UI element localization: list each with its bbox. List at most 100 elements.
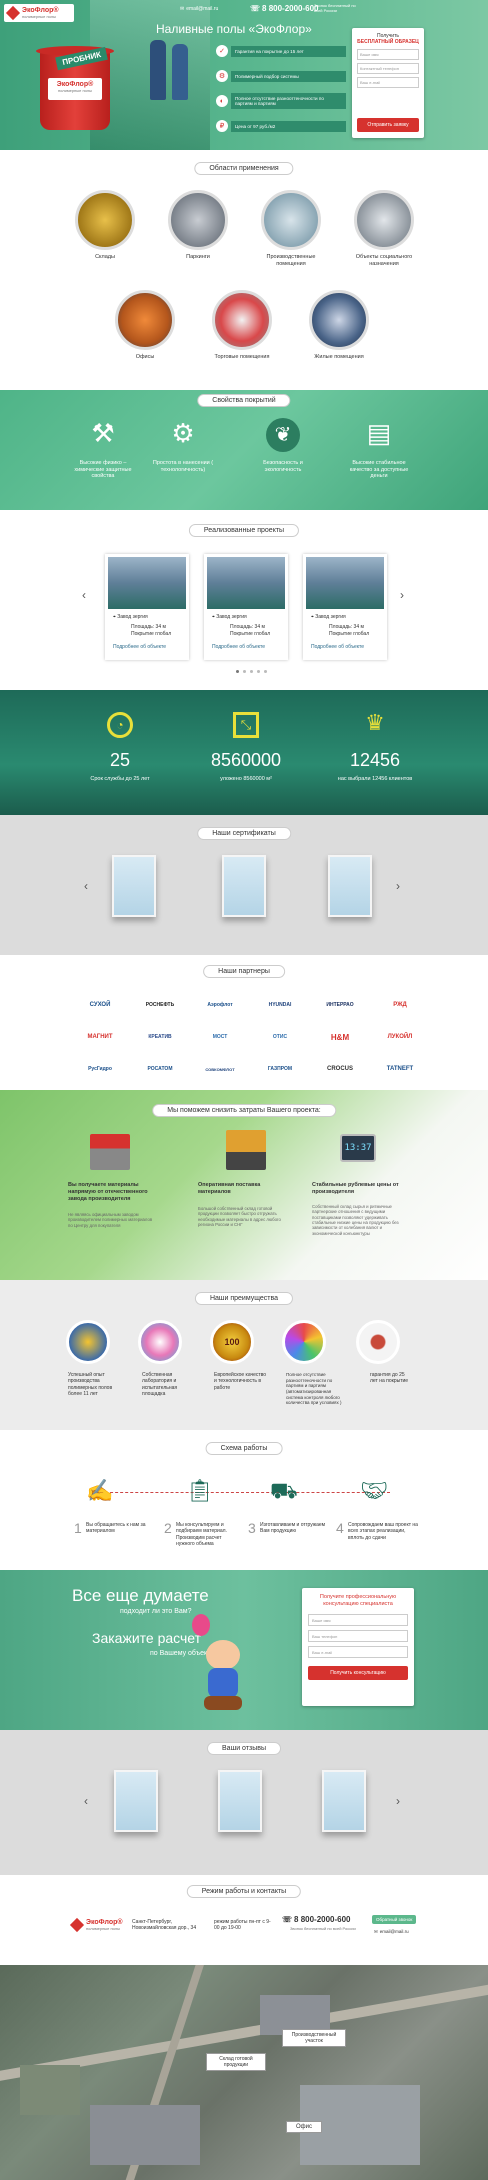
leaf-icon: ❦ [266,418,300,452]
phone-field[interactable]: Контактный телефон [357,63,419,74]
section-title: Свойства покрытий [197,394,291,407]
project-name: ⌖ Завод зергия [212,614,247,620]
color-swatch-icon [282,1320,326,1364]
envelope-icon: ✉ [180,6,185,12]
email-field[interactable]: Ваш e-mail [357,77,419,88]
area-image-residential[interactable] [309,290,369,350]
area-image-retail[interactable] [212,290,272,350]
carousel-prev-arrow[interactable]: ‹ [84,1794,88,1808]
partner-logo: МАГНИТ [87,1034,113,1040]
carousel-dot[interactable] [236,670,239,673]
project-card[interactable]: ⌖ Завод зергия Площадь: 34 м Покрытие гл… [204,554,288,660]
property-caption: Простота в нанесении ( технологичность) [152,460,214,473]
project-card[interactable]: ⌖ Завод зергия Площадь: 34 м Покрытие гл… [105,554,189,660]
partner-logo: МОСТ [212,1034,228,1040]
cartoon-character [186,1614,250,1714]
clipboard-icon: 📋︎ [186,1478,214,1503]
property-caption: Высокие физико – химические защитные сво… [74,460,132,480]
gear-icon: ⚙ [216,70,228,82]
partner-logo: ГАЗПРОМ [267,1066,293,1072]
projects-section: Реализованные проекты ‹ › ⌖ Завод зергия… [0,510,488,690]
submit-request-button[interactable]: Отправить заявку [357,118,419,132]
footer-email[interactable]: ✉ email@mail.ru [374,1929,409,1935]
footer-logo[interactable]: ЭкоФлор® полимерные полы [69,1917,123,1933]
gears-icon: ⚙ [171,418,195,448]
project-name: ⌖ Завод зергия [311,614,346,620]
carousel-dot[interactable] [243,670,246,673]
saving-body: Собственный склад сырья и ритмичные парт… [312,1204,399,1236]
carousel-dot[interactable] [250,670,253,673]
footer-phone[interactable]: ☏ 8 800-2000-600 [282,1915,351,1924]
area-image-offices[interactable] [115,290,175,350]
partner-logo: H&M [330,1032,350,1042]
stat-label: уложено 8560000 м² [220,776,272,782]
header-email[interactable]: ✉ email@mail.ru [180,6,218,12]
section-title: Режим работы и контакты [186,1885,302,1898]
name-field[interactable]: Ваше имя [308,1614,408,1627]
partner-logo: HYUNDAI [268,1002,292,1008]
partner-logo: Аэрофлот [207,1002,233,1008]
phone-icon: ☏ [282,1915,293,1924]
section-title: Ваши отзывы [207,1742,281,1755]
phone-icon: ☏ [250,4,261,13]
project-link[interactable]: Подробнее об объекте [212,644,265,650]
callback-button[interactable]: Обратный звонок [372,1915,417,1924]
partner-logo: СОВКОМФЛОТ [205,1066,235,1072]
header-phone[interactable]: ☏ 8 800-2000-600 [250,4,319,13]
section-title: Наши сертификаты [197,827,291,840]
step-number: 2 [164,1520,172,1536]
certificate-image[interactable] [328,855,372,917]
consultation-form: Получите профессиональную консультацию с… [302,1588,414,1706]
email-field[interactable]: Ваш e-mail [308,1646,408,1659]
clock-icon: ◔ [107,712,133,738]
map-section[interactable]: Склад готовой продукции Производственный… [0,1965,488,2180]
scheme-section: Схема работы ✍ 1 Вы обращаетесь к нам за… [0,1430,488,1570]
area-caption: Жилые помещения [314,354,364,360]
stamp-icon [356,1320,400,1364]
project-link[interactable]: Подробнее об объекте [311,644,364,650]
area-caption: Офисы [135,354,155,360]
project-note: Покрытие глобал [131,631,172,637]
area-image-social[interactable] [354,190,414,250]
carousel-prev-arrow[interactable]: ‹ [84,879,88,893]
carousel-prev-arrow[interactable]: ‹ [82,588,86,602]
carousel-dot[interactable] [257,670,260,673]
phone-field[interactable]: Ваш телефон [308,1630,408,1643]
certificates-section: Наши сертификаты ‹ › [0,815,488,955]
carousel-dots [236,670,267,673]
certificate-image[interactable] [112,855,156,917]
advantage-text: Полное отсутствие разнооттеночности по п… [286,1372,342,1406]
stats-section: ◔ 25 Срок службы до 25 лет ⤡ 8560000 уло… [0,690,488,815]
section-title: Наши преимущества [194,1292,294,1305]
logo[interactable]: ЭкоФлор® полимерные полы [4,4,74,22]
envelope-icon: ✉ [374,1929,378,1934]
review-image[interactable] [322,1770,366,1832]
stat-label: нас выбрали 12456 клиентов [337,776,413,782]
feature-item: ✓ Гарантия на покрытие до 15 лет [216,40,346,62]
cta-line3: Закажите расчет [92,1630,202,1646]
review-image[interactable] [218,1770,262,1832]
review-image[interactable] [114,1770,158,1832]
carousel-next-arrow[interactable]: › [400,588,404,602]
get-consultation-button[interactable]: Получить консультацию [308,1666,408,1681]
pen-paper-icon: ✍ [86,1478,114,1503]
project-area: Площадь: 34 м [131,624,166,630]
area-image-production[interactable] [261,190,321,250]
carousel-next-arrow[interactable]: › [396,879,400,893]
area-image-parking[interactable] [168,190,228,250]
forklift-icon: ⛟ [270,1478,298,1503]
partner-logo: ОТИС [272,1034,288,1040]
project-link[interactable]: Подробнее об объекте [113,644,166,650]
property-caption: Высокие стабильное качество за доступные… [349,460,409,480]
carousel-next-arrow[interactable]: › [396,1794,400,1808]
carousel-dot[interactable] [264,670,267,673]
certificate-image[interactable] [222,855,266,917]
name-field[interactable]: Ваше имя [357,49,419,60]
project-card[interactable]: ⌖ Завод зергия Площадь: 34 м Покрытие гл… [303,554,387,660]
factory-icon [90,1134,130,1170]
map-label: Производственный участок [282,2029,346,2047]
project-photo [108,557,186,609]
section-title: Реализованные проекты [188,524,300,537]
area-image-warehouses[interactable] [75,190,135,250]
partner-logo: РЖД [393,1002,407,1008]
